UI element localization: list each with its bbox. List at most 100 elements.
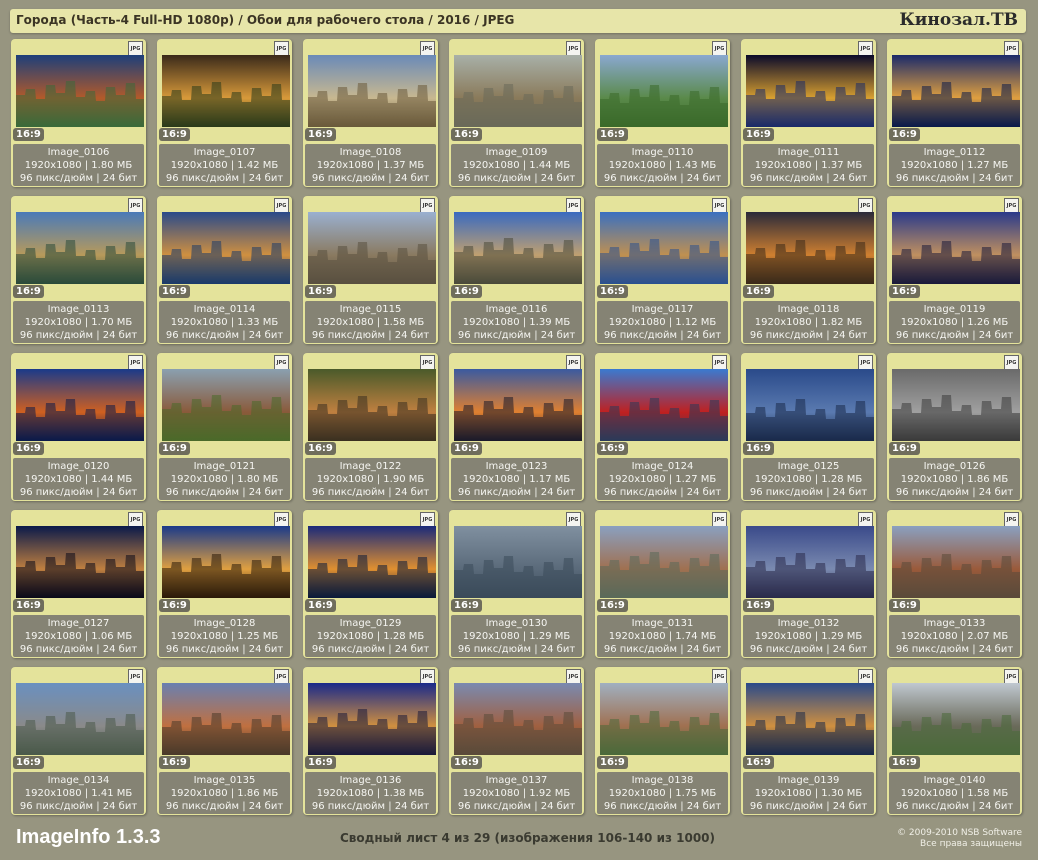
thumbnail-image[interactable] — [16, 369, 144, 441]
image-size-info: 1920x1080 | 1.44 МБ — [24, 474, 133, 485]
thumbnail-card[interactable]: JPG 16:9 Image_0138 1920x1080 | 1.75 МБ 96 п… — [595, 667, 730, 815]
thumbnail-card[interactable]: JPG 16:9 Image_0126 1920x1080 | 1.86 МБ 96 п… — [887, 353, 1022, 501]
thumbnail-card[interactable]: JPG 16:9 Image_0120 1920x1080 | 1.44 МБ 96 п… — [11, 353, 146, 501]
thumbnail-card[interactable]: JPG 16:9 Image_0131 1920x1080 | 1.74 МБ 96 п… — [595, 510, 730, 658]
thumbnail-image[interactable] — [308, 369, 436, 441]
thumbnail-image[interactable] — [746, 683, 874, 755]
thumbnail-card[interactable]: JPG 16:9 Image_0128 1920x1080 | 1.25 МБ 96 п… — [157, 510, 292, 658]
thumbnail-card[interactable]: JPG 16:9 Image_0112 1920x1080 | 1.27 МБ 96 п… — [887, 39, 1022, 187]
thumbnail-card[interactable]: JPG 16:9 Image_0125 1920x1080 | 1.28 МБ 96 п… — [741, 353, 876, 501]
thumbnail-image[interactable] — [308, 526, 436, 598]
thumbnail-card[interactable]: JPG 16:9 Image_0121 1920x1080 | 1.80 МБ 96 п… — [157, 353, 292, 501]
thumbnail-image[interactable] — [162, 55, 290, 127]
thumbnail-image[interactable] — [308, 212, 436, 284]
thumbnail-card[interactable]: JPG 16:9 Image_0123 1920x1080 | 1.17 МБ 96 п… — [449, 353, 584, 501]
thumbnail-card[interactable]: JPG 16:9 Image_0117 1920x1080 | 1.12 МБ 96 п… — [595, 196, 730, 344]
thumbnail-image[interactable] — [162, 212, 290, 284]
aspect-ratio-badge: 16:9 — [305, 285, 336, 298]
thumbnail-image[interactable] — [16, 526, 144, 598]
thumbnail-image[interactable] — [162, 683, 290, 755]
aspect-ratio-badge: 16:9 — [889, 756, 920, 769]
thumbnail-card[interactable]: JPG 16:9 Image_0119 1920x1080 | 1.26 МБ 96 п… — [887, 196, 1022, 344]
image-info-panel: Image_0113 1920x1080 | 1.70 МБ 96 пикс/дюй… — [13, 301, 144, 343]
image-name: Image_0136 — [339, 775, 402, 786]
image-info-panel: Image_0123 1920x1080 | 1.17 МБ 96 пикс/дюй… — [451, 458, 582, 500]
thumbnail-image[interactable] — [16, 683, 144, 755]
thumbnail-image[interactable] — [746, 55, 874, 127]
thumbnail-card[interactable]: JPG 16:9 Image_0118 1920x1080 | 1.82 МБ 96 п… — [741, 196, 876, 344]
image-dpi-info: 96 пикс/дюйм | 24 бит — [19, 644, 138, 655]
thumbnail-image[interactable] — [892, 683, 1020, 755]
thumbnail-card[interactable]: JPG 16:9 Image_0133 1920x1080 | 2.07 МБ 96 п… — [887, 510, 1022, 658]
image-info-panel: Image_0124 1920x1080 | 1.27 МБ 96 пикс/дюй… — [597, 458, 728, 500]
thumbnail-card[interactable]: JPG 16:9 Image_0137 1920x1080 | 1.92 МБ 96 п… — [449, 667, 584, 815]
thumbnail-card[interactable]: JPG 16:9 Image_0107 1920x1080 | 1.42 МБ 96 п… — [157, 39, 292, 187]
thumbnail-image[interactable] — [600, 369, 728, 441]
image-size-info: 1920x1080 | 1.38 МБ — [316, 788, 425, 799]
image-size-info: 1920x1080 | 1.92 МБ — [462, 788, 571, 799]
image-size-info: 1920x1080 | 1.37 МБ — [754, 160, 863, 171]
thumbnail-card[interactable]: JPG 16:9 Image_0106 1920x1080 | 1.80 МБ 96 п… — [11, 39, 146, 187]
thumbnail-image[interactable] — [600, 526, 728, 598]
aspect-ratio-badge: 16:9 — [451, 442, 482, 455]
thumbnail-card[interactable]: JPG 16:9 Image_0116 1920x1080 | 1.39 МБ 96 п… — [449, 196, 584, 344]
aspect-ratio-badge: 16:9 — [13, 128, 44, 141]
thumbnail-card[interactable]: JPG 16:9 Image_0109 1920x1080 | 1.44 МБ 96 п… — [449, 39, 584, 187]
thumbnail-image[interactable] — [600, 55, 728, 127]
thumbnail-card[interactable]: JPG 16:9 Image_0132 1920x1080 | 1.29 МБ 96 п… — [741, 510, 876, 658]
thumbnail-image[interactable] — [454, 683, 582, 755]
thumbnail-image[interactable] — [454, 55, 582, 127]
thumbnail-image[interactable] — [308, 55, 436, 127]
image-name: Image_0106 — [47, 147, 110, 158]
thumbnail-image[interactable] — [454, 369, 582, 441]
thumbnail-image[interactable] — [308, 683, 436, 755]
thumbnail-image[interactable] — [892, 369, 1020, 441]
thumbnail-image[interactable] — [162, 369, 290, 441]
image-name: Image_0117 — [631, 304, 694, 315]
thumbnail-image[interactable] — [454, 212, 582, 284]
thumbnail-card[interactable]: JPG 16:9 Image_0113 1920x1080 | 1.70 МБ 96 п… — [11, 196, 146, 344]
thumbnail-image[interactable] — [600, 683, 728, 755]
image-info-panel: Image_0137 1920x1080 | 1.92 МБ 96 пикс/дюй… — [451, 772, 582, 814]
image-size-info: 1920x1080 | 1.44 МБ — [462, 160, 571, 171]
image-name: Image_0127 — [47, 618, 110, 629]
thumbnail-image[interactable] — [454, 526, 582, 598]
thumbnail-card[interactable]: JPG 16:9 Image_0124 1920x1080 | 1.27 МБ 96 п… — [595, 353, 730, 501]
thumbnail-card[interactable]: JPG 16:9 Image_0127 1920x1080 | 1.06 МБ 96 п… — [11, 510, 146, 658]
page-title: Города (Часть-4 Full-HD 1080p) / Обои дл… — [16, 13, 515, 27]
image-name: Image_0138 — [631, 775, 694, 786]
aspect-ratio-badge: 16:9 — [451, 285, 482, 298]
thumbnail-card[interactable]: JPG 16:9 Image_0114 1920x1080 | 1.33 МБ 96 п… — [157, 196, 292, 344]
thumbnail-card[interactable]: JPG 16:9 Image_0115 1920x1080 | 1.58 МБ 96 п… — [303, 196, 438, 344]
thumbnail-image[interactable] — [746, 212, 874, 284]
thumbnail-image[interactable] — [162, 526, 290, 598]
image-size-info: 1920x1080 | 1.74 МБ — [608, 631, 717, 642]
image-info-panel: Image_0121 1920x1080 | 1.80 МБ 96 пикс/дюй… — [159, 458, 290, 500]
thumbnail-card[interactable]: JPG 16:9 Image_0122 1920x1080 | 1.90 МБ 96 п… — [303, 353, 438, 501]
thumbnail-card[interactable]: JPG 16:9 Image_0139 1920x1080 | 1.30 МБ 96 п… — [741, 667, 876, 815]
thumbnail-image[interactable] — [892, 55, 1020, 127]
thumbnail-card[interactable]: JPG 16:9 Image_0108 1920x1080 | 1.37 МБ 96 п… — [303, 39, 438, 187]
thumbnail-card[interactable]: JPG 16:9 Image_0111 1920x1080 | 1.37 МБ 96 п… — [741, 39, 876, 187]
sheet-info: Сводный лист 4 из 29 (изображения 106-14… — [340, 831, 716, 845]
thumbnail-image[interactable] — [746, 369, 874, 441]
thumbnail-image[interactable] — [746, 526, 874, 598]
thumbnail-image[interactable] — [892, 212, 1020, 284]
image-info-panel: Image_0118 1920x1080 | 1.82 МБ 96 пикс/дюй… — [743, 301, 874, 343]
thumbnail-card[interactable]: JPG 16:9 Image_0129 1920x1080 | 1.28 МБ 96 п… — [303, 510, 438, 658]
image-name: Image_0132 — [777, 618, 840, 629]
thumbnail-card[interactable]: JPG 16:9 Image_0134 1920x1080 | 1.41 МБ 96 п… — [11, 667, 146, 815]
image-info-panel: Image_0106 1920x1080 | 1.80 МБ 96 пикс/дюй… — [13, 144, 144, 186]
thumbnail-image[interactable] — [16, 212, 144, 284]
image-dpi-info: 96 пикс/дюйм | 24 бит — [457, 801, 576, 812]
thumbnail-card[interactable]: JPG 16:9 Image_0110 1920x1080 | 1.43 МБ 96 п… — [595, 39, 730, 187]
image-name: Image_0119 — [923, 304, 986, 315]
thumbnail-card[interactable]: JPG 16:9 Image_0130 1920x1080 | 1.29 МБ 96 п… — [449, 510, 584, 658]
thumbnail-card[interactable]: JPG 16:9 Image_0136 1920x1080 | 1.38 МБ 96 п… — [303, 667, 438, 815]
thumbnail-image[interactable] — [16, 55, 144, 127]
thumbnail-card[interactable]: JPG 16:9 Image_0135 1920x1080 | 1.86 МБ 96 п… — [157, 667, 292, 815]
thumbnail-image[interactable] — [892, 526, 1020, 598]
thumbnail-image[interactable] — [600, 212, 728, 284]
thumbnail-card[interactable]: JPG 16:9 Image_0140 1920x1080 | 1.58 МБ 96 п… — [887, 667, 1022, 815]
image-dpi-info: 96 пикс/дюйм | 24 бит — [311, 801, 430, 812]
